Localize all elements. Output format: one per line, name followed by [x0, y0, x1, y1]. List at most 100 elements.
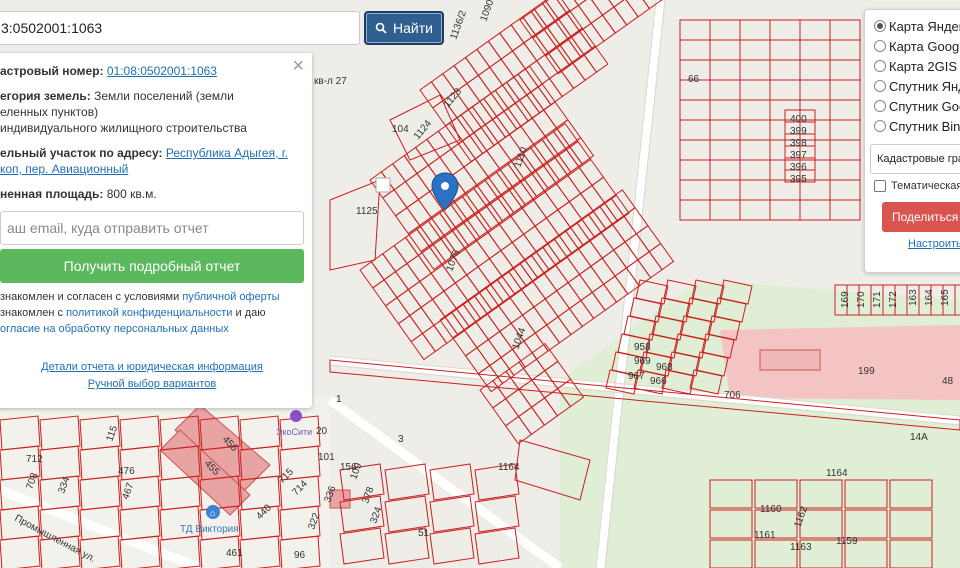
- svg-text:⌂: ⌂: [210, 508, 215, 518]
- search-button[interactable]: Найти: [364, 11, 444, 45]
- land-category-value-2: еленных пунктов): [0, 105, 99, 119]
- plot-number-label: 399: [790, 126, 807, 137]
- close-icon[interactable]: ×: [292, 56, 304, 76]
- cadastral-number-link[interactable]: 01:08:0502001:1063: [107, 64, 217, 78]
- base-layer-option[interactable]: Спутник Яндекс: [874, 76, 960, 96]
- plot-number-label: 3: [398, 434, 404, 445]
- details-links: Детали отчета и юридическая информация Р…: [0, 359, 304, 393]
- plot-number-label: 706: [724, 390, 741, 401]
- broken-image-icon: [375, 177, 391, 193]
- plot-number-label: 66: [688, 74, 700, 85]
- plot-number-label: 199: [858, 366, 875, 377]
- plot-number-label: 172: [888, 291, 899, 308]
- plot-number-label: 400: [790, 114, 807, 125]
- overlay-layer-select[interactable]: Кадастровые границы: [870, 144, 960, 174]
- poi-label-eco: ЭкоСити: [276, 427, 312, 437]
- plot-number-label: 966: [650, 376, 667, 387]
- land-use-value: индивидуального жилищного строительства: [0, 121, 247, 135]
- report-details-link[interactable]: Детали отчета и юридическая информация: [0, 359, 304, 376]
- cadastral-search-input[interactable]: 3:0502001:1063: [0, 11, 360, 45]
- cadastral-number-row: астровый номер: 01:08:0502001:1063: [0, 63, 304, 79]
- plot-number-label: 476: [118, 466, 135, 477]
- base-layer-label: Спутник Яндекс: [889, 78, 960, 94]
- search-icon: [375, 22, 387, 34]
- base-layer-label: Карта Google: [889, 38, 960, 54]
- plot-number-label: 396: [790, 162, 807, 173]
- base-layer-option[interactable]: Спутник Google: [874, 96, 960, 116]
- base-layer-option[interactable]: Карта 2GIS: [874, 56, 960, 76]
- poi-label-viktoria: ТД Виктория: [180, 524, 239, 535]
- base-layer-label: Спутник Bing: [889, 118, 960, 134]
- base-layer-label: Карта Яндекс: [889, 18, 960, 34]
- plot-number-label: 968: [656, 362, 673, 373]
- consent-1-text: знакомлен и согласен с условиями: [0, 291, 183, 303]
- address-row: ельный участок по адресу: Республика Ады…: [0, 145, 304, 177]
- land-category-label: егория земель:: [0, 89, 91, 103]
- plot-number-label: 171: [872, 291, 883, 308]
- plot-number-label: 170: [856, 291, 867, 308]
- consent-2-suffix: и даю: [232, 307, 266, 319]
- plot-number-label: 398: [790, 138, 807, 149]
- plot-number-label: 165: [940, 289, 951, 306]
- plot-number-label: 967: [628, 371, 645, 382]
- plot-number-label: 397: [790, 150, 807, 161]
- industrial-zone: [720, 325, 960, 400]
- base-layer-option[interactable]: Карта Яндекс: [874, 16, 960, 36]
- base-layer-label: Карта 2GIS: [889, 58, 958, 74]
- plot-number-label: 1164: [498, 462, 520, 473]
- plot-number-label: 1159: [836, 536, 858, 547]
- area-label: ненная площадь:: [0, 187, 104, 201]
- plot-number-label: 164: [924, 289, 935, 306]
- radio-button[interactable]: [874, 20, 886, 32]
- search-button-label: Найти: [393, 20, 433, 36]
- plot-number-label: 1: [336, 394, 342, 405]
- plot-number-label: 461: [226, 548, 243, 559]
- get-report-button[interactable]: Получить подробный отчет: [0, 249, 304, 283]
- plot-number-label: 1160: [760, 504, 782, 515]
- plot-number-label: 169: [840, 291, 851, 308]
- parcel-info-panel: × астровый номер: 01:08:0502001:1063 его…: [0, 53, 312, 408]
- thematic-label: Тематическая: [891, 180, 960, 192]
- plot-number-label: 20: [316, 426, 328, 437]
- plot-number-label: 101: [318, 452, 335, 463]
- radio-button[interactable]: [874, 60, 886, 72]
- plot-number-label: 48: [942, 376, 954, 387]
- eco-poi-icon[interactable]: [290, 410, 302, 422]
- plot-number-label: 958: [634, 342, 651, 353]
- privacy-policy-link[interactable]: политикой конфиденциальности: [66, 307, 232, 319]
- radio-button[interactable]: [874, 120, 886, 132]
- personal-data-link[interactable]: огласие на обработку персональных данных: [0, 323, 229, 335]
- consent-text: знакомлен и согласен с условиями публичн…: [0, 289, 304, 337]
- plot-number-label: 1163: [790, 542, 812, 553]
- plot-number-label: 969: [634, 356, 651, 367]
- search-query-text: 3:0502001:1063: [1, 20, 103, 36]
- settings-link[interactable]: Настроить: [908, 238, 960, 250]
- plot-number-label: 163: [908, 289, 919, 306]
- thematic-checkbox[interactable]: [874, 180, 886, 192]
- land-category-value-1: Земли поселений (земли: [94, 89, 234, 103]
- plot-number-label: 395: [790, 174, 807, 185]
- cadastral-number-label: астровый номер:: [0, 64, 104, 78]
- thematic-toggle[interactable]: Тематическая: [874, 180, 960, 192]
- offer-link[interactable]: публичной оферты: [182, 291, 279, 303]
- plot-number-label: 1164: [826, 468, 848, 479]
- plot-number-label: 14А: [910, 432, 928, 443]
- base-layer-options: Карта Яндекс Карта Google Карта 2GIS Спутни…: [874, 16, 960, 136]
- share-button[interactable]: Поделиться: [882, 202, 960, 232]
- manual-selection-link[interactable]: Ручной выбор вариантов: [0, 376, 304, 393]
- base-layer-option[interactable]: Спутник Bing: [874, 116, 960, 136]
- email-field[interactable]: аш email, куда отправить отчет: [0, 211, 304, 245]
- base-layer-option[interactable]: Карта Google: [874, 36, 960, 56]
- plot-number-label: 96: [294, 550, 306, 561]
- address-label: ельный участок по адресу:: [0, 146, 163, 160]
- land-category-row: егория земель: Земли поселений (земли ел…: [0, 88, 304, 136]
- area-value: 800 кв.м.: [106, 187, 157, 201]
- address-link-1[interactable]: Республика Адыгея, г.: [166, 146, 288, 160]
- consent-2-text: знакомлен с: [0, 307, 67, 319]
- plot-number-label: 1125: [356, 206, 378, 217]
- radio-button[interactable]: [874, 40, 886, 52]
- plot-number-label: кв-л 27: [314, 76, 347, 87]
- radio-button[interactable]: [874, 100, 886, 112]
- address-link-2[interactable]: коп, пер. Авиационный: [0, 162, 128, 176]
- radio-button[interactable]: [874, 80, 886, 92]
